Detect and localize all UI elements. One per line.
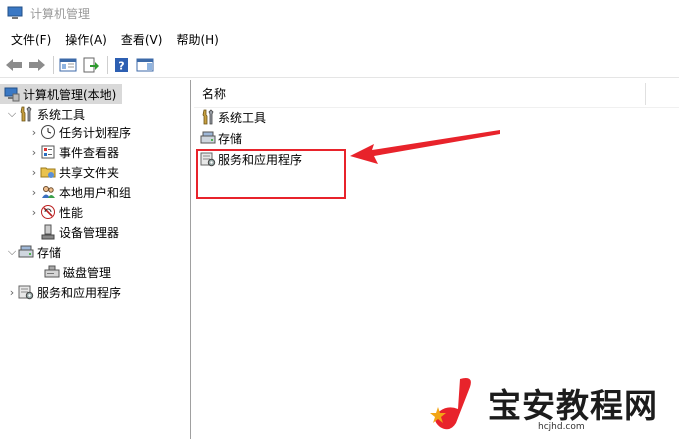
tree-label: 计算机管理(本地) — [23, 87, 117, 102]
svg-text:?: ? — [118, 59, 124, 72]
tree-item-local-users-groups[interactable]: › 本地用户和组 — [0, 182, 131, 202]
chevron-down-icon[interactable]: ⌵ — [6, 104, 18, 124]
storage-icon — [18, 244, 34, 260]
tree-item-shared-folders[interactable]: › 共享文件夹 — [0, 162, 119, 182]
toolbar-separator — [53, 55, 54, 74]
computer-management-icon — [7, 6, 23, 20]
chevron-right-icon[interactable]: › — [6, 282, 18, 302]
tree-label: 存储 — [37, 245, 62, 260]
export-list-button[interactable] — [81, 55, 101, 75]
help-icon: ? — [115, 57, 128, 72]
tree-label: 任务计划程序 — [59, 125, 132, 140]
shared-folder-icon — [40, 164, 56, 180]
tree-item-device-manager[interactable]: 设备管理器 — [0, 222, 119, 242]
tree-label: 服务和应用程序 — [37, 285, 122, 300]
tree-label: 磁盘管理 — [63, 265, 112, 280]
column-header-name[interactable]: 名称 — [194, 80, 679, 108]
menu-file[interactable]: 文件(F) — [4, 29, 58, 50]
annotation-highlight-box — [196, 149, 346, 199]
tools-icon — [18, 106, 34, 122]
window-title: 计算机管理 — [30, 6, 91, 21]
back-button[interactable] — [4, 55, 24, 75]
performance-icon — [40, 204, 56, 220]
toolbar: ? — [0, 52, 679, 78]
menu-view[interactable]: 查看(V) — [114, 29, 170, 50]
tree-item-event-viewer[interactable]: › 事件查看器 — [0, 142, 119, 162]
column-header-label: 名称 — [202, 87, 227, 101]
console-tree[interactable]: 计算机管理(本地) ⌵ 系统工具 › 任务计划程序 › 事件查看器 › 共享文件… — [0, 80, 191, 439]
tools-icon — [200, 109, 216, 125]
list-item-label: 系统工具 — [218, 110, 267, 125]
watermark: 宝安教程网 hcjhd.com — [430, 375, 679, 439]
tree-label: 共享文件夹 — [59, 165, 120, 180]
tree-item-system-tools[interactable]: ⌵ 系统工具 — [0, 104, 85, 124]
column-separator[interactable] — [645, 83, 646, 105]
tree-item-performance[interactable]: › 性能 — [0, 202, 83, 222]
tree-label: 本地用户和组 — [59, 185, 132, 200]
disk-management-icon — [44, 264, 60, 280]
back-arrow-icon — [6, 58, 22, 71]
device-manager-icon — [40, 224, 56, 240]
tree-item-disk-management[interactable]: 磁盘管理 — [0, 262, 111, 282]
export-list-icon — [83, 57, 99, 72]
menu-action[interactable]: 操作(A) — [58, 29, 114, 50]
list-item-label: 存储 — [218, 131, 243, 146]
tree-item-computer-management[interactable]: 计算机管理(本地) — [0, 84, 122, 104]
computer-management-icon — [4, 86, 20, 102]
tree-item-storage[interactable]: ⌵ 存储 — [0, 242, 61, 262]
chevron-right-icon[interactable]: › — [28, 162, 40, 182]
tree-label: 系统工具 — [37, 107, 86, 122]
chevron-right-icon[interactable]: › — [28, 202, 40, 222]
tree-label: 事件查看器 — [59, 145, 120, 160]
watermark-brand: 宝安教程网 — [488, 386, 658, 425]
watermark-domain: hcjhd.com — [538, 422, 585, 432]
menu-help[interactable]: 帮助(H) — [169, 29, 225, 50]
toolbar-separator — [107, 55, 108, 74]
show-hide-action-pane-button[interactable] — [135, 55, 155, 75]
event-viewer-icon — [40, 144, 56, 160]
list-item-system-tools[interactable]: 系统工具 — [200, 107, 266, 127]
list-item-storage[interactable]: 存储 — [200, 128, 242, 148]
chevron-right-icon[interactable]: › — [28, 142, 40, 162]
annotation-arrow-icon — [350, 130, 500, 164]
console-tree-icon — [59, 58, 77, 71]
users-icon — [40, 184, 56, 200]
title-bar: 计算机管理 — [0, 0, 679, 26]
clock-icon — [40, 124, 56, 140]
chevron-right-icon[interactable]: › — [28, 182, 40, 202]
services-icon — [18, 284, 34, 300]
tree-item-services-applications[interactable]: › 服务和应用程序 — [0, 282, 121, 302]
help-button[interactable]: ? — [112, 55, 132, 75]
tree-item-task-scheduler[interactable]: › 任务计划程序 — [0, 122, 131, 142]
tree-label: 设备管理器 — [59, 225, 120, 240]
storage-icon — [200, 130, 216, 146]
menu-bar: 文件(F) 操作(A) 查看(V) 帮助(H) — [0, 28, 226, 50]
chevron-right-icon[interactable]: › — [28, 122, 40, 142]
forward-arrow-icon — [29, 58, 45, 71]
show-hide-pane-icon — [136, 58, 154, 71]
show-console-tree-button[interactable] — [58, 55, 78, 75]
chevron-down-icon[interactable]: ⌵ — [6, 242, 18, 262]
tree-label: 性能 — [59, 205, 84, 220]
forward-button[interactable] — [27, 55, 47, 75]
watermark-logo-icon — [430, 378, 471, 430]
